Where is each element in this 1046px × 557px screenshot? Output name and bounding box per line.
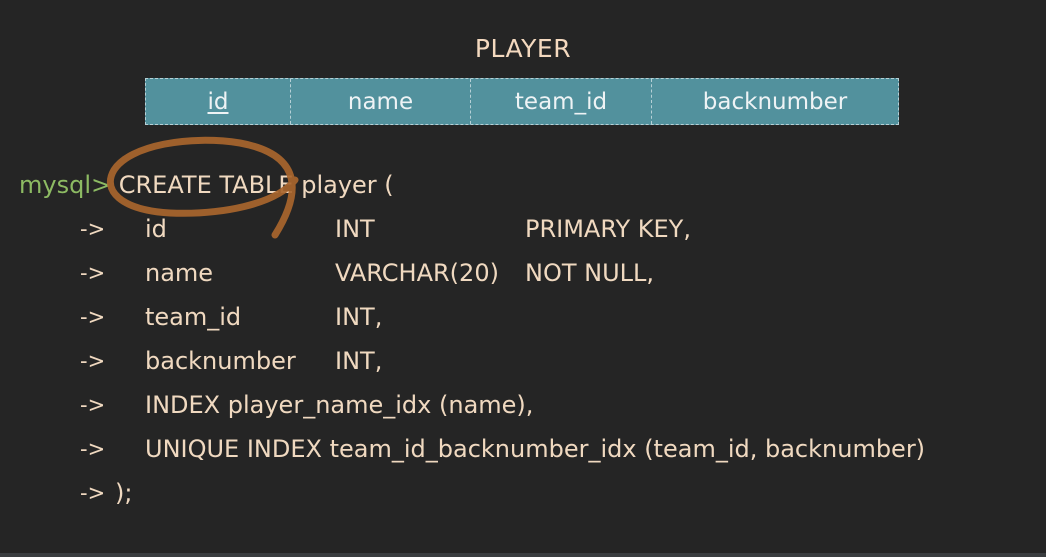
table-title: PLAYER — [474, 34, 572, 63]
column-id-label: id — [207, 88, 229, 115]
field-type: VARCHAR(20) — [335, 259, 499, 287]
column-name-label: name — [347, 88, 414, 115]
continuation-arrow: -> — [80, 437, 106, 461]
sql-row-id: -> id INT PRIMARY KEY, — [0, 209, 1046, 249]
column-backnumber-label: backnumber — [702, 88, 848, 115]
unique-index-definition: UNIQUE INDEX team_id_backnumber_idx (tea… — [145, 435, 926, 463]
sql-row-name: -> name VARCHAR(20) NOT NULL, — [0, 253, 1046, 293]
field-name: backnumber — [145, 347, 296, 375]
field-type: INT — [335, 215, 375, 243]
field-name: name — [145, 259, 214, 287]
column-team-id-label: team_id — [514, 88, 608, 115]
continuation-arrow: -> — [80, 261, 106, 285]
field-name: team_id — [145, 303, 242, 331]
continuation-arrow: -> — [80, 305, 106, 329]
create-table-keyword: CREATE TABLE — [118, 171, 294, 199]
column-team-id: team_id — [471, 79, 652, 124]
field-type: INT, — [335, 347, 383, 375]
sql-unique-index-line: -> UNIQUE INDEX team_id_backnumber_idx (… — [0, 429, 1046, 469]
field-constraint: PRIMARY KEY, — [525, 215, 691, 243]
sql-end-line: -> ); — [0, 473, 1046, 513]
index-definition: INDEX player_name_idx (name), — [145, 391, 534, 419]
bottom-divider — [0, 553, 1046, 557]
field-type: INT, — [335, 303, 383, 331]
field-name: id — [145, 215, 167, 243]
column-id: id — [146, 79, 291, 124]
column-name: name — [291, 79, 471, 124]
field-constraint: NOT NULL, — [525, 259, 655, 287]
column-backnumber: backnumber — [652, 79, 898, 124]
sql-row-team-id: -> team_id INT, — [0, 297, 1046, 337]
mysql-prompt: mysql> — [19, 171, 112, 199]
sql-row-backnumber: -> backnumber INT, — [0, 341, 1046, 381]
sql-index-line: -> INDEX player_name_idx (name), — [0, 385, 1046, 425]
sql-create-line: mysql> CREATE TABLE player ( — [19, 165, 394, 205]
continuation-arrow: -> — [80, 393, 106, 417]
continuation-arrow: -> — [80, 349, 106, 373]
continuation-arrow: -> — [80, 481, 106, 505]
table-diagram-header: id name team_id backnumber — [145, 78, 899, 125]
statement-end: ); — [115, 479, 133, 507]
create-table-rest: player ( — [293, 171, 394, 199]
continuation-arrow: -> — [80, 217, 106, 241]
